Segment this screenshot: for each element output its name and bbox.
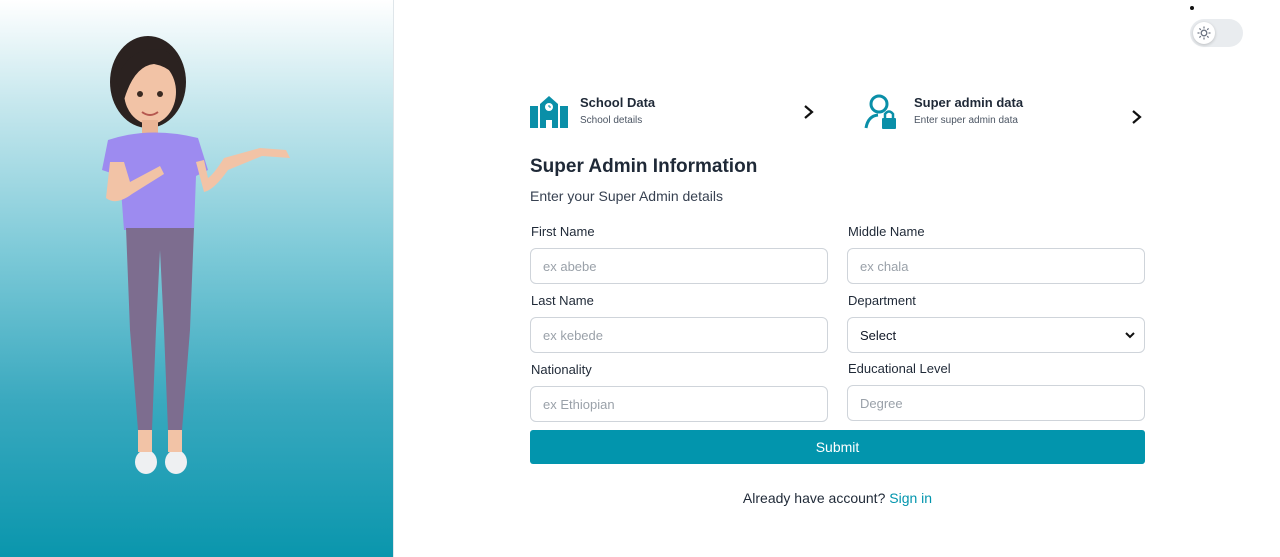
school-building-icon <box>530 96 568 128</box>
signin-row: Already have account? Sign in <box>530 490 1145 506</box>
status-dot <box>1190 6 1194 10</box>
educational-level-label: Educational Level <box>848 361 951 376</box>
form-subtitle: Enter your Super Admin details <box>530 188 723 204</box>
educational-level-input[interactable] <box>847 385 1145 421</box>
sign-in-link[interactable]: Sign in <box>889 490 932 506</box>
chevron-down-icon <box>1125 332 1135 339</box>
last-name-label: Last Name <box>531 293 594 308</box>
chevron-right-icon <box>1132 110 1142 124</box>
signin-prompt: Already have account? <box>742 490 886 506</box>
submit-button[interactable]: Submit <box>530 430 1145 464</box>
step-title: Super admin data <box>914 95 1024 110</box>
step-subtitle: School details <box>580 115 643 126</box>
first-name-input[interactable] <box>530 248 828 284</box>
step-school-data[interactable]: School Data School details <box>530 94 655 130</box>
nationality-input[interactable] <box>530 386 828 422</box>
department-select[interactable]: Select <box>847 317 1145 353</box>
first-name-label: First Name <box>531 224 595 239</box>
user-lock-icon <box>864 94 896 129</box>
department-label: Department <box>848 293 916 308</box>
theme-toggle[interactable] <box>1190 19 1243 47</box>
step-subtitle: Enter super admin data <box>914 115 1018 126</box>
form-title: Super Admin Information <box>530 156 758 177</box>
sun-icon <box>1193 22 1215 44</box>
middle-name-label: Middle Name <box>848 224 925 239</box>
woman-illustration <box>102 36 290 474</box>
step-title: School Data <box>580 95 656 110</box>
illustration-panel <box>0 0 394 557</box>
last-name-input[interactable] <box>530 317 828 353</box>
stepper: School Data School details Super admin d… <box>530 94 1145 138</box>
form-header: Super Admin Information Enter your Super… <box>530 155 757 205</box>
department-selected-value: Select <box>860 327 897 343</box>
nationality-label: Nationality <box>531 362 592 377</box>
chevron-right-icon <box>804 105 814 119</box>
step-super-admin-data[interactable]: Super admin data Enter super admin data <box>864 94 1023 130</box>
middle-name-input[interactable] <box>847 248 1145 284</box>
